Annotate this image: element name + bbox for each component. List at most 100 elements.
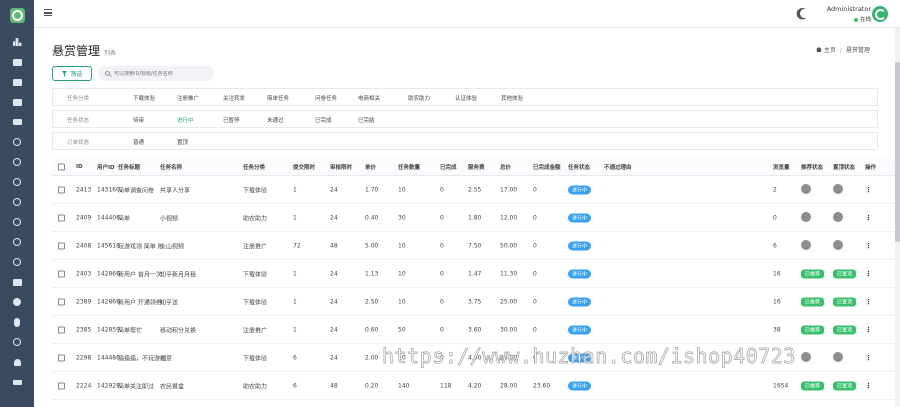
column-header[interactable]: 任务状态 [568, 163, 590, 171]
pinned-state[interactable] [833, 351, 843, 364]
status-badge[interactable]: 进行中 [568, 381, 592, 390]
filter-option-status[interactable]: 待审 [133, 116, 144, 124]
column-header[interactable]: 任务标题 [118, 163, 140, 171]
sidebar-item-circle-4[interactable] [0, 192, 34, 212]
sidebar-item-list-4[interactable] [0, 112, 34, 132]
breadcrumb-home[interactable]: 主页 [824, 47, 836, 54]
theme-toggle-icon[interactable] [799, 8, 811, 20]
filter-option-category[interactable]: 关注转发 [223, 94, 245, 102]
status-badge[interactable]: 进行中 [568, 269, 592, 278]
recommend-state[interactable] [801, 183, 811, 196]
column-header[interactable]: 推荐状态 [801, 163, 823, 171]
status-badge[interactable]: 进行中 [568, 241, 592, 250]
column-header[interactable]: 已完成金额 [533, 163, 561, 171]
row-checkbox[interactable] [58, 214, 65, 221]
pinned-state[interactable]: 已置顶 [833, 325, 857, 334]
recommend-state[interactable]: 已推荐 [801, 325, 825, 334]
column-header[interactable]: 浏览量 [773, 163, 790, 171]
pinned-toggle-icon[interactable] [833, 239, 843, 250]
search-box[interactable] [98, 66, 214, 81]
sidebar-item-list-1[interactable] [0, 52, 34, 72]
select-all-checkbox[interactable] [58, 163, 65, 170]
filter-option-category[interactable]: 简单任务 [267, 94, 289, 102]
column-header[interactable]: 任务数量 [398, 163, 420, 171]
filter-option-category[interactable]: 认证体验 [455, 94, 477, 102]
row-checkbox[interactable] [58, 242, 65, 249]
sidebar-item-list-2[interactable] [0, 72, 34, 92]
row-actions-icon[interactable]: ⋮ [865, 270, 872, 278]
recommend-toggle-icon[interactable] [801, 183, 811, 194]
sidebar-item-circle-8[interactable] [0, 332, 34, 352]
recommend-state[interactable] [801, 351, 811, 364]
recommend-state[interactable]: 已推荐 [801, 297, 825, 306]
pinned-badge[interactable]: 已置顶 [833, 297, 857, 306]
column-header[interactable]: 用户ID [97, 163, 115, 171]
row-checkbox[interactable] [58, 186, 65, 193]
filter-option-status[interactable]: 已完结 [358, 116, 375, 124]
sidebar-item-settings[interactable] [0, 292, 34, 312]
row-actions-icon[interactable]: ⋮ [865, 186, 872, 194]
recommend-state[interactable]: 已推荐 [801, 269, 825, 278]
filter-option-status[interactable]: 已暂停 [223, 116, 240, 124]
sidebar-item-circle-3[interactable] [0, 172, 34, 192]
user-info[interactable]: Administrator 在线 [819, 5, 871, 23]
sidebar-item-circle-2[interactable] [0, 152, 34, 172]
pinned-toggle-icon[interactable] [833, 351, 843, 362]
filter-option-category[interactable]: 其他体验 [501, 94, 523, 102]
column-header[interactable]: 不通过理由 [604, 163, 632, 171]
row-checkbox[interactable] [58, 326, 65, 333]
sidebar-item-circle-5[interactable] [0, 212, 34, 232]
pinned-toggle-icon[interactable] [833, 183, 843, 194]
sidebar-item-dashboard[interactable] [0, 32, 34, 52]
sidebar-item-keyboard[interactable] [0, 372, 34, 392]
pinned-badge[interactable]: 已置顶 [833, 381, 857, 390]
pinned-state[interactable] [833, 239, 843, 252]
column-header[interactable]: 任务分类 [243, 163, 265, 171]
row-actions-icon[interactable]: ⋮ [865, 298, 872, 306]
row-checkbox[interactable] [58, 270, 65, 277]
sidebar-item-list-3[interactable] [0, 92, 34, 112]
column-header[interactable]: 服务费 [468, 163, 485, 171]
table-row[interactable]: 2408 145618 玩游戏领 简单 附火山视频 注册推广 72 48 5.00 10 0 7.… [52, 232, 900, 260]
recommend-toggle-icon[interactable] [801, 211, 811, 222]
pinned-state[interactable] [833, 211, 843, 224]
pinned-badge[interactable]: 已置顶 [833, 269, 857, 278]
recommend-badge[interactable]: 已推荐 [801, 297, 825, 306]
recommend-badge[interactable]: 已推荐 [801, 381, 825, 390]
sidebar-item-users[interactable] [0, 352, 34, 372]
row-checkbox[interactable] [58, 298, 65, 305]
filter-option-category[interactable]: 助农助力 [408, 94, 430, 102]
menu-toggle-icon[interactable] [44, 9, 52, 16]
row-actions-icon[interactable]: ⋮ [865, 326, 872, 334]
filter-option-status[interactable]: 未通过 [267, 116, 284, 124]
filter-option-category[interactable]: 电商相关 [358, 94, 380, 102]
table-row[interactable]: 2385 142859 简单帮忙 移动积分兑换 注册推广 1 24 0.60 50 0 3.60 30… [52, 316, 900, 344]
row-actions-icon[interactable]: ⋮ [865, 354, 872, 362]
status-badge[interactable]: 进行中 [568, 185, 592, 194]
filter-option-order[interactable]: 置顶 [177, 138, 188, 146]
filter-option-category[interactable]: 下载体验 [133, 94, 155, 102]
column-header[interactable]: 单价 [365, 163, 376, 171]
pinned-state[interactable] [833, 183, 843, 196]
filter-option-status[interactable]: 进行中 [177, 116, 194, 124]
recommend-state[interactable] [801, 239, 811, 252]
sidebar-item-circle-6[interactable] [0, 232, 34, 252]
filter-option-category[interactable]: 注册推广 [177, 94, 199, 102]
status-badge[interactable]: 进行中 [568, 297, 592, 306]
table-row[interactable]: 2224 142928 简单关注即过 农民餐盒 助农助力 6 48 0.20 140 118 4.2… [52, 372, 900, 400]
row-actions-icon[interactable]: ⋮ [865, 382, 872, 390]
column-header[interactable]: 提交限时 [293, 163, 315, 171]
column-header[interactable]: ID [76, 164, 83, 170]
column-header[interactable]: 已完成 [440, 163, 457, 171]
filter-button[interactable]: 筛选 [52, 66, 92, 81]
pinned-toggle-icon[interactable] [833, 211, 843, 222]
scrollbar-thumb[interactable] [895, 62, 900, 242]
sidebar-item-list-5[interactable] [0, 272, 34, 292]
search-input[interactable] [114, 70, 204, 77]
app-logo[interactable] [0, 0, 34, 30]
status-badge[interactable]: 进行中 [568, 353, 592, 362]
recommend-state[interactable]: 已推荐 [801, 381, 825, 390]
pinned-state[interactable]: 已置顶 [833, 269, 857, 278]
row-actions-icon[interactable]: ⋮ [865, 242, 872, 250]
pinned-state[interactable]: 已置顶 [833, 297, 857, 306]
